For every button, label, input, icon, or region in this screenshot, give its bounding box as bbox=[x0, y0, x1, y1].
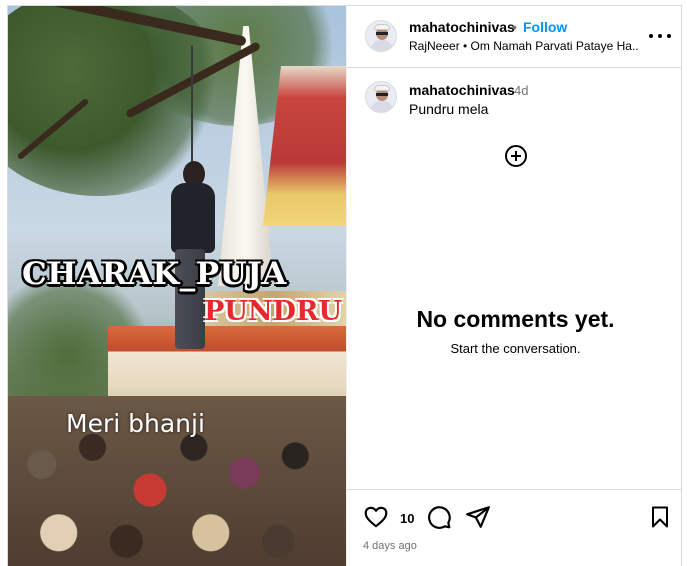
avatar[interactable] bbox=[365, 20, 397, 52]
empty-comments-subtitle: Start the conversation. bbox=[450, 341, 581, 356]
like-count[interactable]: 10 bbox=[400, 511, 414, 526]
empty-comments-title: No comments yet. bbox=[416, 306, 615, 332]
overlay-caption: Meri bhanji bbox=[66, 409, 205, 438]
author-username[interactable]: mahatochinivas bbox=[409, 19, 515, 35]
avatar[interactable] bbox=[365, 81, 397, 113]
media-rope bbox=[191, 46, 193, 166]
heart-icon[interactable] bbox=[363, 504, 389, 530]
add-icon[interactable] bbox=[504, 144, 528, 168]
separator-dot: • bbox=[512, 19, 517, 35]
post-date[interactable]: 4 days ago bbox=[363, 540, 417, 552]
overlay-title: CHARAK_PUJA bbox=[22, 256, 287, 292]
post-dialog: CHARAK_PUJA PUNDRU Meri bhanji mahatochi… bbox=[7, 5, 682, 566]
overlay-location: PUNDRU bbox=[204, 296, 342, 327]
post-media[interactable]: CHARAK_PUJA PUNDRU Meri bhanji bbox=[8, 6, 346, 566]
audio-attribution[interactable]: RajNeeer • Om Namah Parvati Pataye Ha... bbox=[409, 39, 639, 53]
caption-text: Pundru mela bbox=[409, 101, 489, 117]
caption-username[interactable]: mahatochinivas bbox=[409, 82, 515, 98]
bookmark-icon[interactable] bbox=[648, 504, 672, 530]
share-icon[interactable] bbox=[465, 504, 491, 530]
caption-timestamp[interactable]: 4d bbox=[514, 83, 528, 98]
more-icon[interactable] bbox=[647, 26, 673, 46]
post-side-panel: mahatochinivas • Follow RajNeeer • Om Na… bbox=[346, 6, 681, 566]
post-header: mahatochinivas • Follow RajNeeer • Om Na… bbox=[347, 6, 681, 68]
post-actions-bar: 10 4 days ago bbox=[347, 489, 681, 566]
comment-icon[interactable] bbox=[426, 504, 452, 530]
follow-button[interactable]: Follow bbox=[523, 19, 567, 35]
